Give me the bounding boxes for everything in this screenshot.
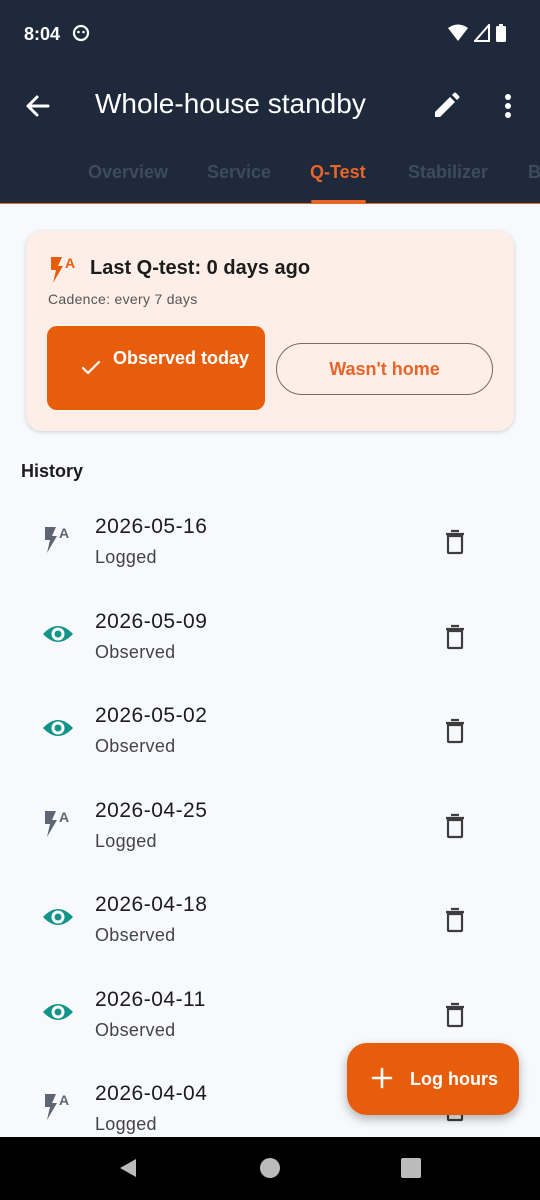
- history-date: 2026-04-18: [95, 893, 208, 916]
- history-status: Logged: [95, 831, 157, 851]
- tab-overview[interactable]: Overview: [88, 162, 168, 183]
- qtest-status-card: A Last Q-test: 0 days ago Cadence: every…: [26, 231, 514, 431]
- history-row[interactable]: 2026-05-02 Observed: [0, 684, 540, 779]
- check-icon: [81, 360, 101, 379]
- wifi-icon: [448, 24, 468, 41]
- log-hours-fab[interactable]: Log hours: [347, 1043, 519, 1115]
- history-date: 2026-04-04: [95, 1082, 208, 1105]
- auto-flash-icon: A: [42, 807, 74, 839]
- edit-pencil-icon[interactable]: [430, 90, 462, 122]
- delete-icon[interactable]: [443, 813, 467, 839]
- svg-text:A: A: [65, 255, 75, 271]
- log-hours-label: Log hours: [410, 1069, 498, 1089]
- nav-recents-icon[interactable]: [400, 1157, 422, 1184]
- cadence-text: Cadence: every 7 days: [48, 291, 198, 307]
- system-icons: [448, 24, 506, 42]
- history-list: A 2026-05-16 Logged 2026-05-09 Observed …: [0, 495, 540, 1137]
- eye-icon: [42, 618, 74, 650]
- system-nav-bar: [0, 1137, 540, 1200]
- history-status: Observed: [95, 736, 176, 756]
- observed-today-label: Observed today: [113, 348, 250, 368]
- history-date: 2026-05-16: [95, 515, 208, 538]
- notification-icon: [72, 24, 90, 47]
- tab-more-partial[interactable]: B: [528, 162, 540, 183]
- status-bar: 8:04: [0, 0, 540, 70]
- delete-icon[interactable]: [443, 718, 467, 744]
- more-vert-icon[interactable]: [496, 90, 520, 122]
- history-status: Observed: [95, 925, 176, 945]
- back-arrow-icon[interactable]: [22, 90, 54, 122]
- eye-icon: [42, 712, 74, 744]
- wasnt-home-button[interactable]: Wasn't home: [276, 343, 493, 395]
- history-date: 2026-04-25: [95, 799, 208, 822]
- nav-back-icon[interactable]: [117, 1157, 139, 1184]
- battery-icon: [496, 24, 506, 42]
- history-heading: History: [21, 461, 84, 481]
- tab-stabilizer[interactable]: Stabilizer: [408, 162, 488, 183]
- history-date: 2026-05-09: [95, 610, 208, 633]
- history-status: Logged: [95, 547, 157, 567]
- history-status: Observed: [95, 1020, 176, 1040]
- history-date: 2026-05-02: [95, 704, 208, 727]
- nav-home-icon[interactable]: [259, 1157, 281, 1184]
- history-status: Logged: [95, 1114, 157, 1134]
- svg-text:A: A: [59, 525, 69, 541]
- tab-service[interactable]: Service: [207, 162, 271, 183]
- svg-text:A: A: [59, 1092, 69, 1108]
- svg-text:A: A: [59, 809, 69, 825]
- status-time: 8:04: [24, 24, 61, 44]
- tab-bar: Overview Service Q-Test Stabilizer B: [0, 142, 540, 204]
- app-bar: Whole-house standby: [0, 70, 540, 142]
- active-tab-indicator: [311, 200, 366, 203]
- history-row[interactable]: A 2026-05-16 Logged: [0, 495, 540, 590]
- history-row[interactable]: 2026-04-18 Observed: [0, 873, 540, 968]
- observed-today-button[interactable]: Observed today: [47, 326, 265, 410]
- delete-icon[interactable]: [443, 1002, 467, 1028]
- eye-icon: [42, 901, 74, 933]
- eye-icon: [42, 996, 74, 1028]
- tab-q-test[interactable]: Q-Test: [310, 162, 366, 183]
- auto-flash-icon: A: [42, 1090, 74, 1122]
- auto-flash-icon: A: [48, 253, 80, 290]
- plus-icon: [371, 1067, 393, 1094]
- history-status: Observed: [95, 642, 176, 662]
- delete-icon[interactable]: [443, 624, 467, 650]
- delete-icon[interactable]: [443, 907, 467, 933]
- history-date: 2026-04-11: [95, 988, 206, 1011]
- history-row[interactable]: A 2026-04-25 Logged: [0, 779, 540, 874]
- delete-icon[interactable]: [443, 529, 467, 555]
- page-title: Whole-house standby: [95, 88, 366, 119]
- last-qtest-heading: Last Q-test: 0 days ago: [90, 257, 311, 279]
- history-row[interactable]: 2026-05-09 Observed: [0, 590, 540, 685]
- signal-icon: [474, 24, 490, 42]
- auto-flash-icon: A: [42, 523, 74, 555]
